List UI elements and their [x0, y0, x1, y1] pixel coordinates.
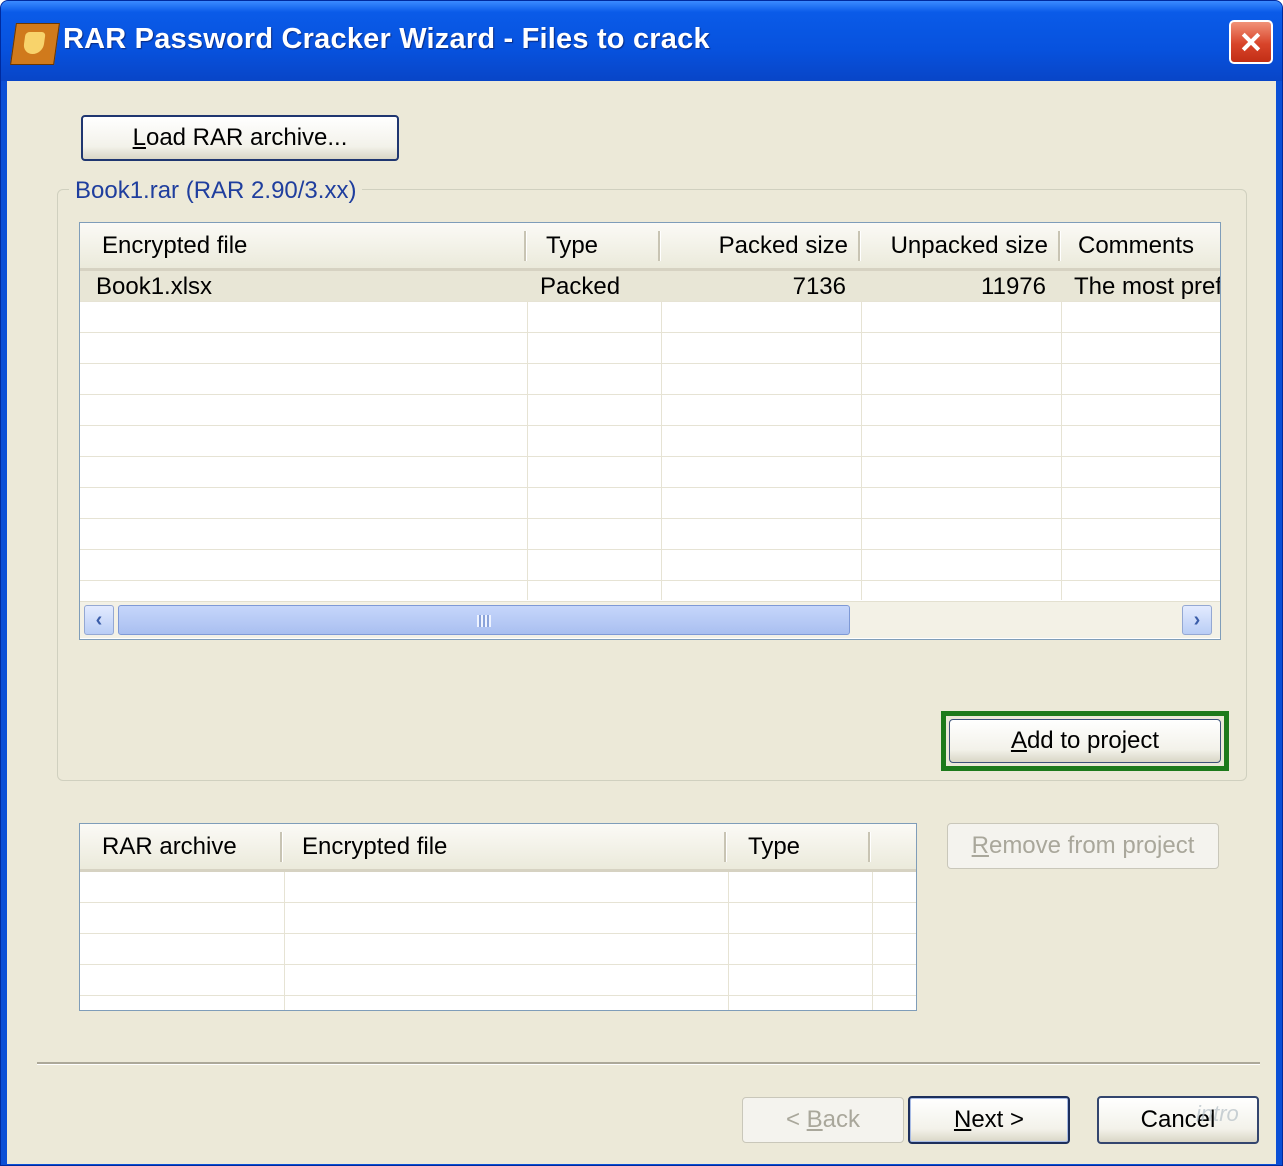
cell-comments: The most pref [1074, 272, 1220, 300]
load-button-label: oad RAR archive... [145, 124, 348, 151]
empty-row [80, 426, 1220, 457]
empty-row [80, 488, 1220, 519]
watermark-logo: intro [1196, 1101, 1239, 1126]
empty-row [80, 364, 1220, 395]
column-header-encrypted-file[interactable]: Encrypted file [94, 223, 524, 268]
column-header-type[interactable]: Type [538, 223, 658, 268]
add-button-accelerator: A [1010, 727, 1027, 754]
back-label: ack [822, 1106, 861, 1133]
window-title: RAR Password Cracker Wizard - Files to c… [63, 23, 710, 55]
scrollbar-grip-icon [477, 615, 491, 627]
cell-type: Packed [540, 272, 621, 300]
column-header-unpacked-size[interactable]: Unpacked size [860, 223, 1056, 268]
load-rar-archive-button[interactable]: Load RAR archive... [81, 115, 399, 161]
empty-row [80, 333, 1220, 364]
table-row[interactable]: Book1.xlsx Packed 7136 11976 The most pr… [80, 271, 1220, 302]
empty-row [80, 550, 1220, 581]
project-files-list[interactable]: RAR archive Encrypted file Type [79, 823, 917, 1011]
add-to-project-button[interactable]: Add to project [949, 719, 1221, 763]
next-accelerator: N [953, 1106, 972, 1133]
empty-row [80, 519, 1220, 550]
cell-encrypted-file: Book1.xlsx [96, 272, 213, 300]
scrollbar-thumb[interactable] [118, 605, 850, 635]
wizard-window: RAR Password Cracker Wizard - Files to c… [0, 0, 1283, 1166]
remove-button-label: emove from project [988, 832, 1195, 859]
title-bar[interactable]: RAR Password Cracker Wizard - Files to c… [1, 1, 1282, 81]
horizontal-scrollbar[interactable]: ‹ › [80, 601, 1220, 638]
add-button-label: dd to project [1026, 727, 1160, 754]
next-button[interactable]: Next > [908, 1096, 1070, 1144]
column-header-rar-archive[interactable]: RAR archive [94, 824, 280, 869]
remove-from-project-button[interactable]: Remove from project [947, 823, 1219, 869]
back-button[interactable]: < Back [742, 1097, 904, 1143]
empty-row [80, 302, 1220, 333]
list-header: Encrypted file Type Packed size Unpacked… [80, 223, 1220, 271]
back-prefix: < [785, 1106, 807, 1133]
empty-row [80, 934, 916, 965]
empty-row [80, 965, 916, 996]
empty-row [80, 903, 916, 934]
back-accelerator: B [806, 1106, 823, 1133]
remove-button-accelerator: R [971, 832, 989, 859]
column-header-comments[interactable]: Comments [1070, 223, 1220, 268]
close-button[interactable] [1229, 20, 1273, 64]
column-header-project-type[interactable]: Type [740, 824, 870, 869]
footer-separator [37, 1062, 1260, 1065]
encrypted-files-list[interactable]: Encrypted file Type Packed size Unpacked… [79, 222, 1221, 640]
cell-unpacked-size: 11976 [981, 272, 1046, 300]
empty-row [80, 395, 1220, 426]
next-label: ext > [971, 1106, 1025, 1133]
project-list-header: RAR archive Encrypted file Type [80, 824, 916, 872]
scroll-left-button[interactable]: ‹ [84, 605, 114, 635]
column-header-packed-size[interactable]: Packed size [660, 223, 856, 268]
scroll-right-button[interactable]: › [1182, 605, 1212, 635]
column-header-project-encrypted-file[interactable]: Encrypted file [294, 824, 724, 869]
empty-row [80, 872, 916, 903]
load-button-accelerator: L [132, 124, 146, 151]
archive-group-legend: Book1.rar (RAR 2.90/3.xx) [69, 177, 363, 205]
cell-packed-size: 7136 [792, 272, 846, 300]
app-icon [10, 23, 60, 65]
empty-row [80, 457, 1220, 488]
